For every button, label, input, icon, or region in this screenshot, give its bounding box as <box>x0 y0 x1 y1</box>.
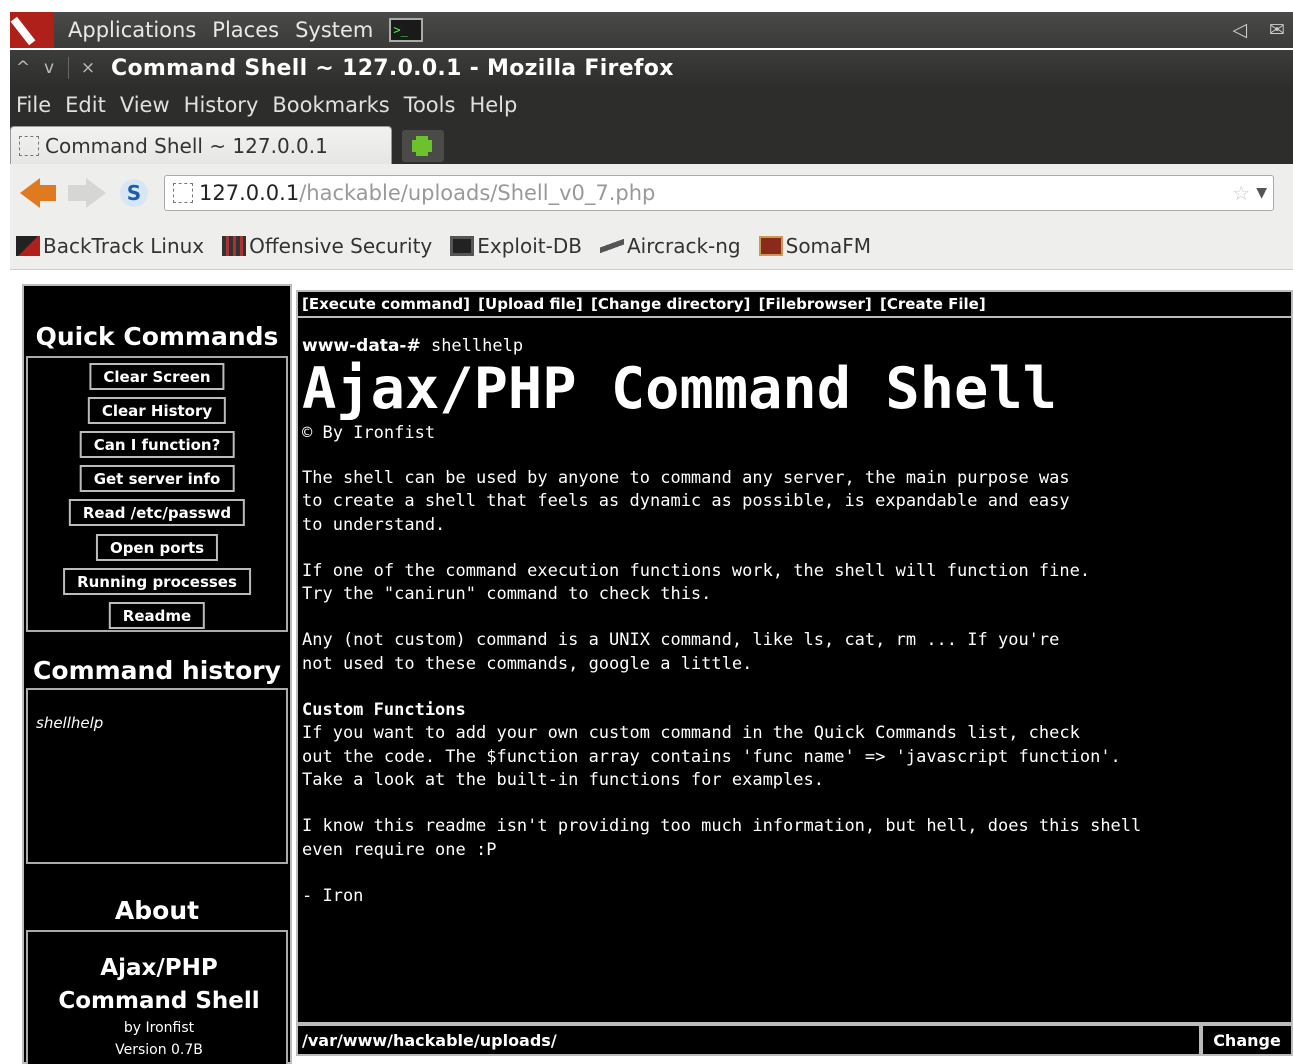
shell-output[interactable]: www-data-# shellhelp Ajax/PHP Command Sh… <box>296 318 1293 1024</box>
clear-history-button[interactable]: Clear History <box>87 397 227 424</box>
menu-bookmarks[interactable]: Bookmarks <box>265 93 396 117</box>
minimize-window-icon[interactable]: v <box>36 58 62 78</box>
menu-help[interactable]: Help <box>462 93 524 117</box>
readme-paragraph-2: If one of the command execution function… <box>302 560 1091 605</box>
tab-command-shell[interactable]: Command Shell ~ 127.0.0.1 <box>10 126 392 164</box>
gnome-top-panel: Applications Places System >_ ◁ ✉ <box>10 12 1293 48</box>
execute-command-link[interactable]: [Execute command] <box>302 295 470 313</box>
readme-author: © By Ironfist <box>302 423 436 443</box>
bookmarks-toolbar: BackTrack Linux Offensive Security Explo… <box>10 222 1293 270</box>
bookmark-label: Offensive Security <box>249 233 433 258</box>
url-favicon-icon <box>173 183 193 203</box>
filebrowser-link[interactable]: [Filebrowser] <box>759 295 872 313</box>
terminal-launcher-icon[interactable]: >_ <box>389 18 424 42</box>
window-titlebar: ^ v × Command Shell ~ 127.0.0.1 - Mozill… <box>10 50 1293 86</box>
exploit-db-icon <box>450 235 475 256</box>
bookmark-label: BackTrack Linux <box>43 233 205 258</box>
about-app-name-line2: Command Shell <box>58 988 260 1014</box>
readme-button[interactable]: Readme <box>108 602 206 629</box>
readme-signature: - Iron <box>302 885 364 906</box>
readme-paragraph-3: Any (not custom) command is a UNIX comma… <box>302 630 1060 674</box>
bookmark-star-icon[interactable]: ☆ <box>1232 181 1256 205</box>
change-directory-link[interactable]: [Change directory] <box>591 295 750 313</box>
command-history-box: shellhelp <box>26 688 288 864</box>
page-content: Quick Commands Clear Screen Clear Histor… <box>10 272 1293 1064</box>
volume-icon[interactable]: ◁ <box>1232 19 1247 41</box>
bookmark-label: Aircrack-ng <box>626 233 741 258</box>
current-directory-input[interactable] <box>296 1024 1201 1056</box>
running-processes-button[interactable]: Running processes <box>63 568 251 595</box>
tab-strip: Command Shell ~ 127.0.0.1 <box>10 124 1293 164</box>
menu-file[interactable]: File <box>10 93 58 117</box>
left-sidebar: Quick Commands Clear Screen Clear Histor… <box>22 284 292 1064</box>
create-file-link[interactable]: [Create File] <box>880 295 986 313</box>
about-box: Ajax/PHP Command Shell by Ironfist Versi… <box>26 930 288 1064</box>
backtrack-icon <box>16 235 40 256</box>
url-path: /hackable/uploads/Shell_v0_7.php <box>299 181 656 205</box>
bookmark-label: SomaFM <box>785 233 872 258</box>
url-bar[interactable]: 127.0.0.1/hackable/uploads/Shell_v0_7.ph… <box>164 175 1274 211</box>
titlebar-separator <box>68 57 69 79</box>
about-app-name-line1: Ajax/PHP <box>100 955 218 981</box>
about-version: Version 0.7B <box>115 1042 203 1058</box>
menu-tools[interactable]: Tools <box>397 93 463 117</box>
shell-prompt-line: www-data-# shellhelp <box>302 336 1287 356</box>
bookmark-offensive-security[interactable]: Offensive Security <box>222 234 432 258</box>
bookmark-aircrack-ng[interactable]: Aircrack-ng <box>599 233 741 258</box>
change-directory-button[interactable]: Change <box>1201 1024 1293 1056</box>
forward-arrow-icon[interactable] <box>68 176 108 210</box>
offensive-security-icon <box>222 235 247 256</box>
command-history-heading: Command history <box>33 656 281 685</box>
panel-menu-places[interactable]: Places <box>204 18 287 42</box>
history-item[interactable]: shellhelp <box>36 714 103 732</box>
new-tab-plus-icon[interactable] <box>402 130 444 162</box>
open-ports-button[interactable]: Open ports <box>95 534 219 561</box>
readme-paragraph-5: I know this readme isn't providing too m… <box>302 816 1142 860</box>
prompt-user: www-data-# <box>302 336 421 356</box>
maximize-window-icon[interactable]: ^ <box>10 58 36 78</box>
read-etc-passwd-button[interactable]: Read /etc/passwd <box>68 499 246 526</box>
menu-edit[interactable]: Edit <box>58 93 113 117</box>
readme-title: Ajax/PHP Command Shell <box>302 356 1057 422</box>
menu-view[interactable]: View <box>113 93 177 117</box>
can-i-function-button[interactable]: Can I function? <box>79 431 235 458</box>
somafm-icon <box>758 235 783 256</box>
browser-menubar: File Edit View History Bookmarks Tools H… <box>10 86 1293 124</box>
readme-paragraph-4: Custom Functions If you want to add your… <box>302 699 1287 792</box>
clear-screen-button[interactable]: Clear Screen <box>89 363 225 390</box>
close-window-icon[interactable]: × <box>75 58 101 78</box>
panel-menu-applications[interactable]: Applications <box>60 18 204 42</box>
site-identity-s-icon[interactable]: S <box>120 179 148 207</box>
command-menu-bar: [Execute command] [Upload file] [Change … <box>296 290 1293 318</box>
backtrack-dragon-logo-icon[interactable] <box>10 12 54 48</box>
quick-commands-heading: Quick Commands <box>35 322 279 351</box>
upload-file-link[interactable]: [Upload file] <box>478 295 583 313</box>
menu-history[interactable]: History <box>177 93 266 117</box>
about-heading: About <box>114 896 200 925</box>
navigation-toolbar: S 127.0.0.1/hackable/uploads/Shell_v0_7.… <box>10 164 1293 222</box>
bookmark-label: Exploit-DB <box>477 233 582 258</box>
page-favicon-icon <box>19 135 39 156</box>
directory-bar: Change <box>296 1024 1293 1056</box>
custom-functions-text: If you want to add your own custom comma… <box>302 723 1121 790</box>
bookmark-exploit-db[interactable]: Exploit-DB <box>450 234 582 258</box>
url-host: 127.0.0.1 <box>199 181 300 205</box>
prompt-command: shellhelp <box>420 336 524 356</box>
bookmark-somafm[interactable]: SomaFM <box>758 233 872 258</box>
get-server-info-button[interactable]: Get server info <box>79 465 235 492</box>
custom-functions-heading: Custom Functions <box>302 700 466 721</box>
readme-paragraph-1: The shell can be used by anyone to comma… <box>302 468 1070 535</box>
window-title: Command Shell ~ 127.0.0.1 - Mozilla Fire… <box>111 55 674 81</box>
quick-commands-box: Clear Screen Clear History Can I functio… <box>26 356 288 632</box>
tab-label: Command Shell ~ 127.0.0.1 <box>45 133 328 158</box>
back-arrow-icon[interactable] <box>18 176 58 210</box>
about-author: by Ironfist <box>123 1020 195 1036</box>
panel-menu-system[interactable]: System <box>287 18 381 42</box>
mail-icon[interactable]: ✉ <box>1269 19 1285 41</box>
url-dropdown-icon[interactable]: ▼ <box>1256 185 1273 201</box>
bookmark-backtrack-linux[interactable]: BackTrack Linux <box>16 234 204 258</box>
aircrack-ng-icon <box>599 235 624 256</box>
